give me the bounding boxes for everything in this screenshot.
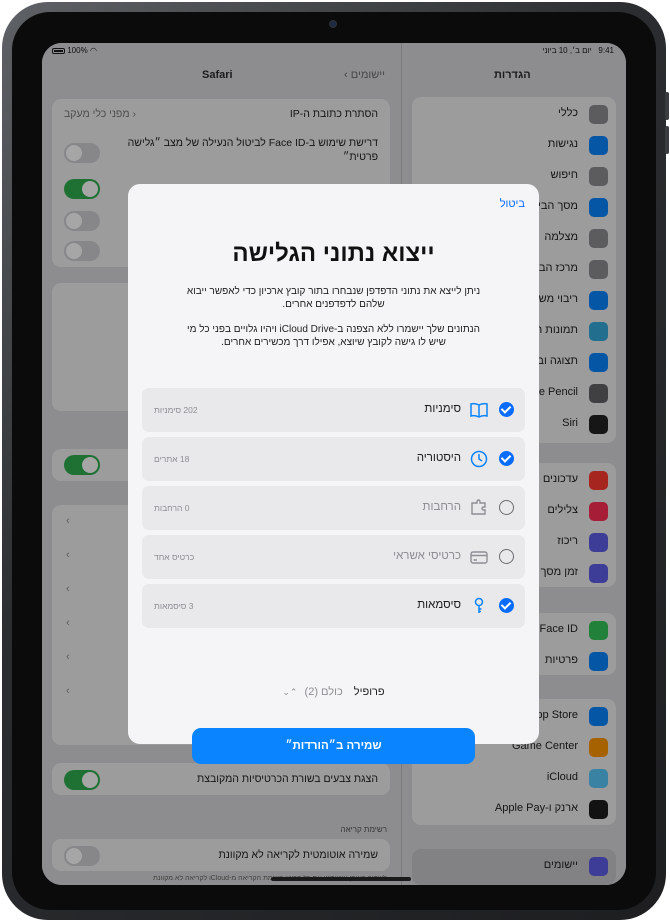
export-option-count: 18 אתרים: [154, 454, 190, 464]
export-option-row[interactable]: סימניות 202 סימניות: [142, 388, 525, 432]
export-option-row[interactable]: סיסמאות 3 סיסמאות: [142, 584, 525, 628]
export-option-label: סימניות: [424, 403, 461, 415]
chevron-up-down-icon: ⌃⌄: [282, 687, 298, 697]
sheet-title: ייצוא נתוני הגלישה: [232, 240, 435, 267]
checkmark-circle-icon[interactable]: [499, 451, 514, 466]
export-option-count: 202 סימניות: [154, 405, 198, 415]
profile-label: פרופיל: [353, 686, 385, 698]
time: 9:41: [598, 46, 614, 55]
credit-card-icon: [469, 547, 489, 567]
cancel-button[interactable]: ביטול: [500, 198, 525, 210]
export-option-row[interactable]: היסטוריה 18 אתרים: [142, 437, 525, 481]
checkmark-circle-icon[interactable]: [499, 402, 514, 417]
export-option-count: 0 הרחבות: [154, 503, 190, 513]
profile-value: כולם (2): [304, 686, 343, 698]
export-option-row[interactable]: הרחבות 0 הרחבות: [142, 486, 525, 530]
save-to-downloads-button[interactable]: שמירה ב״הורדות״: [192, 728, 475, 764]
profile-selector[interactable]: פרופיל כולם (2) ⌃⌄: [128, 686, 539, 698]
volume-up-button: [665, 92, 669, 120]
export-option-row[interactable]: כרטיסי אשראי כרטיס אחד: [142, 535, 525, 579]
clock: 9:41 יום ב׳, 10 ביוני: [542, 46, 614, 55]
home-indicator: [271, 877, 411, 881]
checkmark-circle-icon[interactable]: [499, 598, 514, 613]
key-icon: [469, 596, 489, 616]
date: יום ב׳, 10 ביוני: [542, 46, 592, 55]
export-option-label: הרחבות: [422, 501, 461, 513]
export-option-count: 3 סיסמאות: [154, 601, 194, 611]
book-icon: [469, 400, 489, 420]
sheet-description-2: הנתונים שלך יישמרו ללא הצפנה ב-iCloud Dr…: [187, 324, 480, 348]
battery-icon: [52, 47, 65, 54]
battery-status: 100% ◠: [52, 46, 97, 55]
sheet-description-1: ניתן לייצא את נתוני הדפדפן שנבחרו בתור ק…: [186, 286, 481, 310]
ipad-frame: 100% ◠ 9:41 יום ב׳, 10 ביוני ‹ יישומים S…: [2, 2, 669, 920]
export-option-label: כרטיסי אשראי: [393, 550, 461, 562]
export-option-label: סיסמאות: [417, 599, 461, 611]
empty-circle-icon[interactable]: [499, 549, 514, 564]
export-browsing-data-sheet: ביטול ייצוא נתוני הגלישה ניתן לייצא את נ…: [128, 184, 539, 764]
export-option-count: כרטיס אחד: [154, 552, 195, 562]
clock-icon: [469, 449, 489, 469]
status-bar: 100% ◠ 9:41 יום ב׳, 10 ביוני: [42, 43, 626, 57]
volume-down-button: [665, 126, 669, 154]
front-camera: [329, 20, 337, 28]
wifi-icon: ◠: [89, 46, 97, 55]
screen: 100% ◠ 9:41 יום ב׳, 10 ביוני ‹ יישומים S…: [42, 43, 626, 885]
battery-percent: 100%: [67, 46, 88, 55]
extension-icon: [469, 498, 489, 518]
empty-circle-icon[interactable]: [499, 500, 514, 515]
export-option-label: היסטוריה: [416, 452, 461, 464]
